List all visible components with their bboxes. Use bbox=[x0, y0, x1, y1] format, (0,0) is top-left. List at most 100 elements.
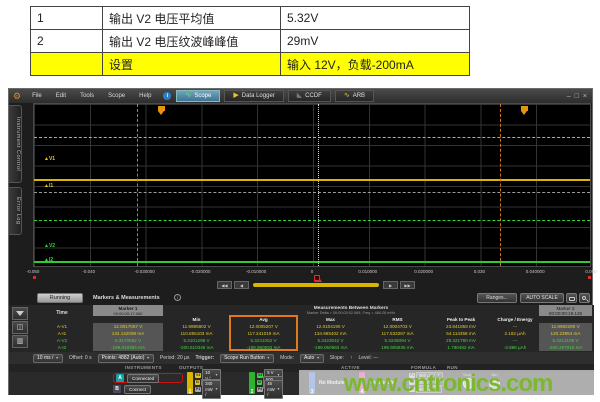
zoom-in-button[interactable] bbox=[579, 293, 590, 303]
scroll-first-button[interactable]: ◀◀ bbox=[217, 281, 232, 289]
level-value: Level: --- bbox=[358, 355, 378, 361]
col-charge-energy[interactable]: Charge / Energy bbox=[491, 316, 539, 323]
channel-label-v1[interactable]: ▲V1 bbox=[44, 156, 55, 162]
range-marker-right bbox=[588, 276, 591, 279]
x-tick: 0.010000 bbox=[358, 269, 377, 274]
i1-chip: I1 bbox=[195, 380, 200, 385]
result-table: 1 输出 V2 电压平均值 5.32V 2 输出 V2 电压纹波峰峰值 29mV… bbox=[30, 6, 470, 76]
measurement-row-i2[interactable]: A-I2-199.010394 mA -200.610346 mA-199.95… bbox=[31, 344, 592, 351]
p2-scale-dropdown[interactable]: 45 mW /▼ bbox=[264, 380, 283, 399]
x-tick: 0.020000 bbox=[414, 269, 433, 274]
trace-i2 bbox=[34, 261, 590, 263]
points-dropdown[interactable]: Points: 4882 (Auto)▼ bbox=[98, 354, 154, 363]
row-number bbox=[31, 53, 103, 76]
scroll-thumb[interactable] bbox=[253, 283, 379, 287]
p1-chip: P1 bbox=[195, 387, 201, 392]
col-min[interactable]: Min bbox=[163, 316, 230, 323]
marker2-flag[interactable] bbox=[521, 106, 528, 115]
info-icon[interactable]: i bbox=[163, 92, 171, 100]
tab-scope[interactable]: ∿ Scope bbox=[176, 90, 220, 102]
columns-button[interactable]: ▥ bbox=[12, 335, 28, 348]
sidebar-tab-instrument-control[interactable]: Instrument Control bbox=[9, 105, 22, 183]
col-rms[interactable]: RMS bbox=[364, 316, 431, 323]
menu-file[interactable]: File bbox=[25, 93, 49, 99]
mode-dropdown[interactable]: Auto▼ bbox=[300, 354, 324, 363]
markers-info-icon[interactable]: i bbox=[174, 294, 181, 301]
tab-data-logger[interactable]: ▶ Data Logger bbox=[224, 90, 283, 102]
gear-icon[interactable]: ⚙ bbox=[13, 91, 21, 102]
ranges-button[interactable]: Ranges... bbox=[477, 293, 517, 303]
close-button[interactable]: × bbox=[583, 93, 587, 100]
marker1-header[interactable]: Marker 1 00:00:00:17.060 bbox=[93, 305, 163, 316]
running-button[interactable]: Running bbox=[37, 293, 83, 303]
v1-chip: V1 bbox=[195, 373, 201, 378]
marker1-line[interactable] bbox=[137, 104, 138, 266]
channel-label-i1[interactable]: ▲I1 bbox=[44, 183, 53, 189]
app-window: ⚙ File Edit Tools Scope Help i ∿ Scope ▶… bbox=[8, 88, 593, 395]
col-avg[interactable]: Avg bbox=[230, 316, 297, 323]
marker1-flag[interactable] bbox=[158, 106, 165, 115]
marker2-line[interactable] bbox=[500, 104, 501, 266]
instrument-a-status: Connected bbox=[127, 374, 159, 383]
table-row: 2 输出 V2 电压纹波峰峰值 29mV bbox=[31, 30, 470, 53]
table-row-settings: 设置 输入 12V，负载-200mA bbox=[31, 53, 470, 76]
sine-icon: ∿ bbox=[185, 93, 191, 99]
menu-tools[interactable]: Tools bbox=[73, 93, 101, 99]
row-number: 1 bbox=[31, 7, 103, 30]
trigger-source-dropdown[interactable]: Scope Run Button▼ bbox=[220, 354, 274, 363]
instrument-a-row[interactable]: A Connected bbox=[113, 373, 183, 383]
menu-help[interactable]: Help bbox=[132, 93, 158, 99]
col-time: Time bbox=[31, 305, 93, 316]
menu-edit[interactable]: Edit bbox=[49, 93, 73, 99]
tab-ccdf[interactable]: ◣ CCDF bbox=[288, 90, 331, 102]
chevron-down-icon: ▼ bbox=[55, 354, 58, 362]
measurement-row-v1[interactable]: A-V112.0017057 V 11.9985802 V12.0005207 … bbox=[31, 323, 592, 330]
sidebar-tab-error-log[interactable]: Error Log bbox=[9, 187, 22, 235]
marker2-header[interactable]: Marker 2 00:00:00:19.125 bbox=[539, 305, 592, 316]
tab-arb[interactable]: ∿ ARB bbox=[335, 90, 374, 102]
measurement-row-v2[interactable]: A-V25.3170052 V 5.3101298 V5.3241052 V 5… bbox=[31, 337, 592, 344]
watermark: www.cntronics.com bbox=[299, 370, 597, 398]
col-peak-to-peak[interactable]: Peak to Peak bbox=[431, 316, 491, 323]
row-value: 输入 12V，负载-200mA bbox=[281, 53, 470, 76]
menu-bar: ⚙ File Edit Tools Scope Help i ∿ Scope ▶… bbox=[9, 89, 592, 103]
i2-chip: I2 bbox=[257, 380, 262, 385]
screenshot-button[interactable] bbox=[566, 293, 577, 303]
mode-label: Mode: bbox=[280, 355, 294, 361]
measurements-panel: ◫ ▥ Time Marker 1 00:00:00:17.060 Measur… bbox=[9, 305, 594, 352]
filter-button[interactable] bbox=[12, 307, 28, 320]
trigger-label: Trigger: bbox=[195, 355, 214, 361]
markers-toggle-button[interactable]: ◫ bbox=[12, 321, 28, 334]
funnel-icon bbox=[16, 311, 24, 316]
measurement-row-i1[interactable]: A-I1134.142098 mA 110.855103 mA117.24101… bbox=[31, 330, 592, 337]
rising-edge-icon[interactable]: ↑ bbox=[350, 355, 353, 361]
col-max[interactable]: Max bbox=[297, 316, 364, 323]
menu-scope[interactable]: Scope bbox=[101, 93, 132, 99]
channel-label-v2[interactable]: ▲V2 bbox=[44, 243, 55, 249]
minimize-button[interactable]: – bbox=[567, 93, 571, 100]
timebase-dropdown[interactable]: 10 ms /▼ bbox=[33, 354, 63, 363]
x-tick: 0.050 bbox=[585, 269, 596, 274]
chevron-down-icon: ▼ bbox=[146, 354, 149, 362]
outputs-section-label: OUTPUTS bbox=[179, 365, 203, 370]
x-tick: 0.030 bbox=[474, 269, 485, 274]
ccdf-curve-icon: ◣ bbox=[297, 93, 302, 99]
instrument-b-badge: B bbox=[113, 385, 121, 393]
scroll-last-button[interactable]: ▶▶ bbox=[400, 281, 415, 289]
row-label: 输出 V2 电压平均值 bbox=[103, 7, 281, 30]
p1-scale-dropdown[interactable]: 340 mW /▼ bbox=[202, 380, 221, 399]
maximize-button[interactable]: □ bbox=[575, 93, 579, 100]
channel-label-i2[interactable]: ▲I2 bbox=[44, 257, 53, 263]
instrument-b-connect-button[interactable]: Connect bbox=[124, 385, 151, 394]
scroll-next-button[interactable]: ▶ bbox=[383, 281, 398, 289]
trace-reference bbox=[34, 192, 590, 193]
chevron-down-icon: ▼ bbox=[267, 354, 270, 362]
h-scrollbar: ◀◀ ◀ ▶ ▶▶ bbox=[9, 280, 594, 291]
row-value: 29mV bbox=[281, 30, 470, 53]
instrument-b-row[interactable]: B Connect bbox=[113, 384, 183, 394]
waveform-plot[interactable]: ▲V1 ▲I1 ▲V2 ▲I2 bbox=[33, 103, 591, 267]
table-row: 1 输出 V2 电压平均值 5.32V bbox=[31, 7, 470, 30]
scroll-prev-button[interactable]: ◀ bbox=[234, 281, 249, 289]
x-tick: -0.050 bbox=[27, 269, 40, 274]
autoscale-button[interactable]: AUTO SCALE bbox=[520, 293, 564, 303]
